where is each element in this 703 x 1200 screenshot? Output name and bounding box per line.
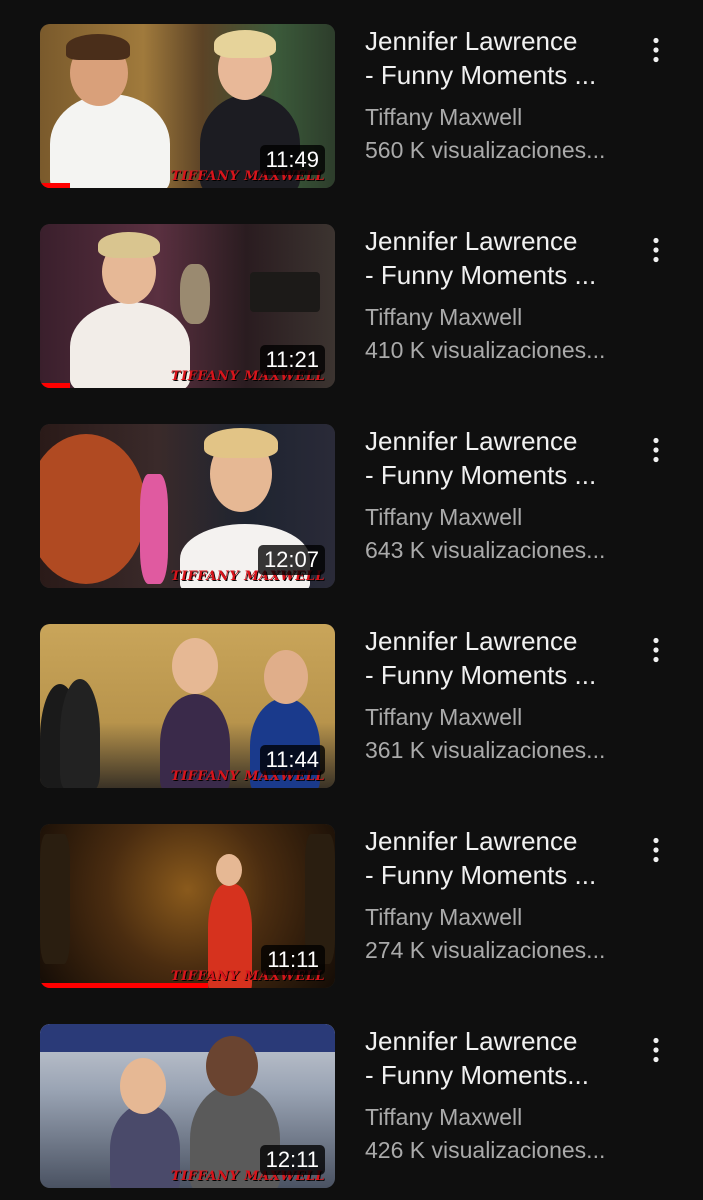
more-options-button[interactable] [636,830,676,870]
video-meta[interactable]: Jennifer Lawrence - Funny Moments ... Ti… [365,424,630,567]
video-item[interactable]: TIFFANY MAXWELL 12:11 Jennifer Lawrence … [0,1000,703,1188]
video-thumbnail[interactable]: TIFFANY MAXWELL 11:11 [40,824,335,988]
view-count: 410 K visualizaciones... [365,337,606,363]
more-vert-icon [653,237,659,263]
view-count: 274 K visualizaciones... [365,937,606,963]
video-meta[interactable]: Jennifer Lawrence - Funny Moments ... Ti… [365,24,630,167]
more-vert-icon [653,37,659,63]
more-vert-icon [653,1037,659,1063]
duration-badge: 12:07 [257,545,325,575]
video-title-line: - Funny Moments ... [365,60,597,90]
video-title-line: Jennifer Lawrence [365,226,578,256]
channel-name[interactable]: Tiffany Maxwell [365,901,630,934]
more-vert-icon [653,437,659,463]
video-title[interactable]: Jennifer Lawrence - Funny Moments ... [365,24,630,92]
view-count: 643 K visualizaciones... [365,537,606,563]
more-options-button[interactable] [636,230,676,270]
video-title[interactable]: Jennifer Lawrence - Funny Moments ... [365,224,630,292]
channel-name[interactable]: Tiffany Maxwell [365,1101,630,1134]
video-thumbnail[interactable]: TIFFANY MAXWELL 12:11 [40,1024,335,1188]
more-vert-icon [653,637,659,663]
video-item[interactable]: TIFFANY MAXWELL 11:21 Jennifer Lawrence … [0,200,703,388]
video-title-line: Jennifer Lawrence [365,426,578,456]
duration-badge: 12:11 [259,1145,325,1175]
channel-name[interactable]: Tiffany Maxwell [365,501,630,534]
video-meta[interactable]: Jennifer Lawrence - Funny Moments ... Ti… [365,224,630,367]
duration-badge: 11:21 [259,345,325,375]
duration-badge: 11:44 [259,745,325,775]
more-vert-icon [653,837,659,863]
video-title-line: Jennifer Lawrence [365,826,578,856]
video-title-line: - Funny Moments... [365,1060,589,1090]
video-item[interactable]: TIFFANY MAXWELL 11:49 Jennifer Lawrence … [0,0,703,188]
duration-badge: 11:11 [261,945,325,975]
view-count: 426 K visualizaciones... [365,1137,606,1163]
video-meta[interactable]: Jennifer Lawrence - Funny Moments ... Ti… [365,624,630,767]
channel-name[interactable]: Tiffany Maxwell [365,101,630,134]
video-thumbnail[interactable]: TIFFANY MAXWELL 11:49 [40,24,335,188]
video-title-line: - Funny Moments ... [365,260,597,290]
video-title[interactable]: Jennifer Lawrence - Funny Moments ... [365,424,630,492]
watch-progress-bar [40,983,209,988]
view-count: 361 K visualizaciones... [365,737,606,763]
more-options-button[interactable] [636,630,676,670]
watch-progress-bar [40,183,70,188]
video-thumbnail[interactable]: TIFFANY MAXWELL 11:21 [40,224,335,388]
video-title-line: Jennifer Lawrence [365,1026,578,1056]
video-title-line: - Funny Moments ... [365,460,597,490]
video-title-line: - Funny Moments ... [365,860,597,890]
video-title[interactable]: Jennifer Lawrence - Funny Moments... [365,1024,630,1092]
video-title[interactable]: Jennifer Lawrence - Funny Moments ... [365,624,630,692]
video-meta[interactable]: Jennifer Lawrence - Funny Moments... Tif… [365,1024,630,1167]
more-options-button[interactable] [636,30,676,70]
video-item[interactable]: TIFFANY MAXWELL 11:44 Jennifer Lawrence … [0,600,703,788]
more-options-button[interactable] [636,1030,676,1070]
video-title-line: - Funny Moments ... [365,660,597,690]
view-count: 560 K visualizaciones... [365,137,606,163]
video-item[interactable]: TIFFANY MAXWELL 11:11 Jennifer Lawrence … [0,800,703,988]
video-title-line: Jennifer Lawrence [365,626,578,656]
video-thumbnail[interactable]: TIFFANY MAXWELL 12:07 [40,424,335,588]
video-title[interactable]: Jennifer Lawrence - Funny Moments ... [365,824,630,892]
video-thumbnail[interactable]: TIFFANY MAXWELL 11:44 [40,624,335,788]
channel-name[interactable]: Tiffany Maxwell [365,701,630,734]
video-list: TIFFANY MAXWELL 11:49 Jennifer Lawrence … [0,0,703,1200]
duration-badge: 11:49 [259,145,325,175]
channel-name[interactable]: Tiffany Maxwell [365,301,630,334]
video-item[interactable]: TIFFANY MAXWELL 12:07 Jennifer Lawrence … [0,400,703,588]
watch-progress-bar [40,383,70,388]
video-title-line: Jennifer Lawrence [365,26,578,56]
more-options-button[interactable] [636,430,676,470]
video-meta[interactable]: Jennifer Lawrence - Funny Moments ... Ti… [365,824,630,967]
